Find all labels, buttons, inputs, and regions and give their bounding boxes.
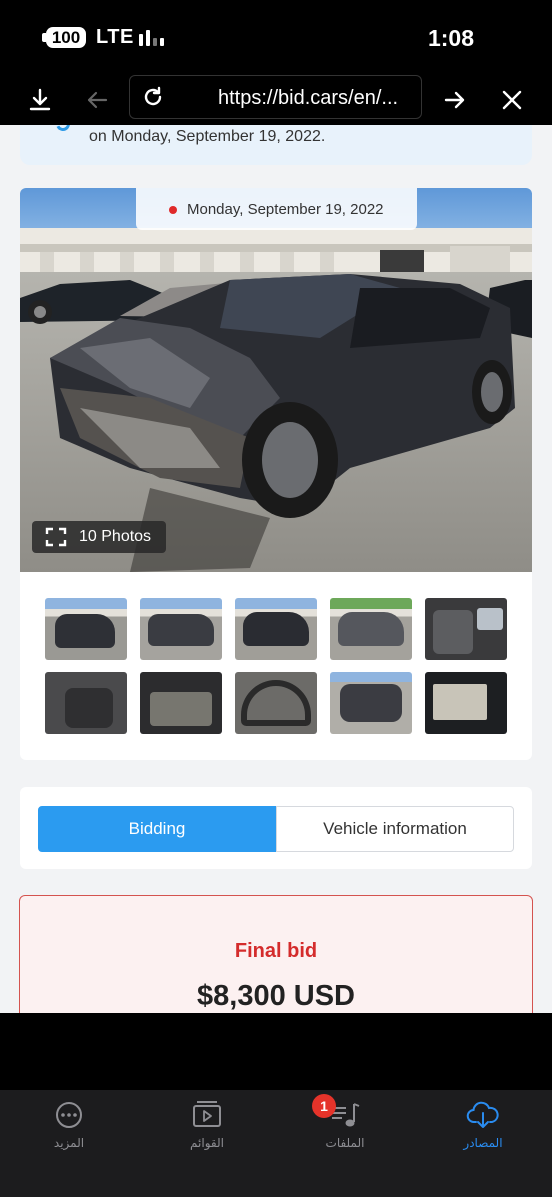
empty-area — [0, 1013, 552, 1090]
thumbnail-4[interactable] — [330, 598, 412, 660]
nav-playlists-label: القوائم — [190, 1136, 224, 1150]
thumbnail-6[interactable] — [45, 672, 127, 734]
info-icon — [54, 125, 72, 133]
nav-files[interactable]: الملفات — [276, 1090, 414, 1170]
download-icon[interactable] — [23, 83, 57, 117]
photos-count-label: 10 Photos — [79, 528, 152, 545]
thumbnail-5[interactable] — [425, 598, 507, 660]
signal-icon — [139, 30, 165, 46]
final-bid-value: $8,300 USD — [197, 980, 355, 1012]
nav-sources[interactable]: المصادر — [414, 1090, 552, 1170]
nav-playlists[interactable]: القوائم — [138, 1090, 276, 1170]
nav-more[interactable]: المزيد — [0, 1090, 138, 1170]
more-icon — [56, 1102, 82, 1128]
close-icon[interactable] — [495, 83, 529, 117]
photos-count-button[interactable]: 10 Photos — [32, 521, 166, 553]
red-dot-icon — [169, 206, 177, 214]
final-bid-label: Final bid — [234, 940, 318, 962]
thumbnail-9[interactable] — [330, 672, 412, 734]
address-bar[interactable]: https://bid.cars/en/... — [129, 75, 422, 119]
main-vehicle-photo[interactable] — [20, 188, 532, 572]
thumbnail-2[interactable] — [140, 598, 222, 660]
sale-date-text: on Monday, September 19, 2022. — [89, 128, 326, 145]
thumbnail-1[interactable] — [45, 598, 127, 660]
detail-tabs: Bidding Vehicle information — [20, 787, 532, 869]
thumbnail-10[interactable] — [425, 672, 507, 734]
thumbnail-7[interactable] — [140, 672, 222, 734]
sale-date-notice: on Monday, September 19, 2022. — [20, 125, 532, 165]
tab-bidding[interactable]: Bidding — [38, 806, 276, 852]
cloud-download-icon — [466, 1101, 499, 1128]
thumbnail-3[interactable] — [235, 598, 317, 660]
status-bar: 100 LTE 1:08 — [0, 0, 552, 75]
photo-date-label: Monday, September 19, 2022 — [136, 188, 417, 230]
photo-gallery-card: Monday, September 19, 2022 10 Photos — [20, 188, 532, 760]
clock: 1:08 — [427, 25, 474, 51]
fullscreen-icon — [45, 527, 67, 547]
nav-sources-label: المصادر — [463, 1136, 503, 1150]
page-content: on Monday, September 19, 2022. Monday, S… — [0, 125, 552, 1013]
bottom-navigation: المزيد القوائم الملفات 1 المصادر — [0, 1090, 552, 1197]
photo-date-text: Monday, September 19, 2022 — [187, 201, 384, 218]
reload-icon[interactable] — [136, 80, 170, 114]
url-text[interactable]: https://bid.cars/en/... — [218, 87, 398, 110]
tab-vehicle-information[interactable]: Vehicle information — [276, 806, 514, 852]
nav-more-label: المزيد — [53, 1136, 85, 1150]
files-badge: 1 — [312, 1094, 336, 1118]
network-type: LTE — [96, 26, 134, 48]
forward-arrow-icon[interactable] — [438, 83, 472, 117]
back-arrow-icon[interactable] — [80, 83, 114, 117]
playlist-icon — [193, 1101, 221, 1127]
final-bid-card: Final bid $8,300 USD — [19, 895, 533, 1013]
thumbnail-8[interactable] — [235, 672, 317, 734]
browser-toolbar: https://bid.cars/en/... — [0, 75, 552, 125]
nav-files-label: الملفات — [325, 1136, 365, 1150]
battery-indicator: 100 — [46, 27, 86, 48]
